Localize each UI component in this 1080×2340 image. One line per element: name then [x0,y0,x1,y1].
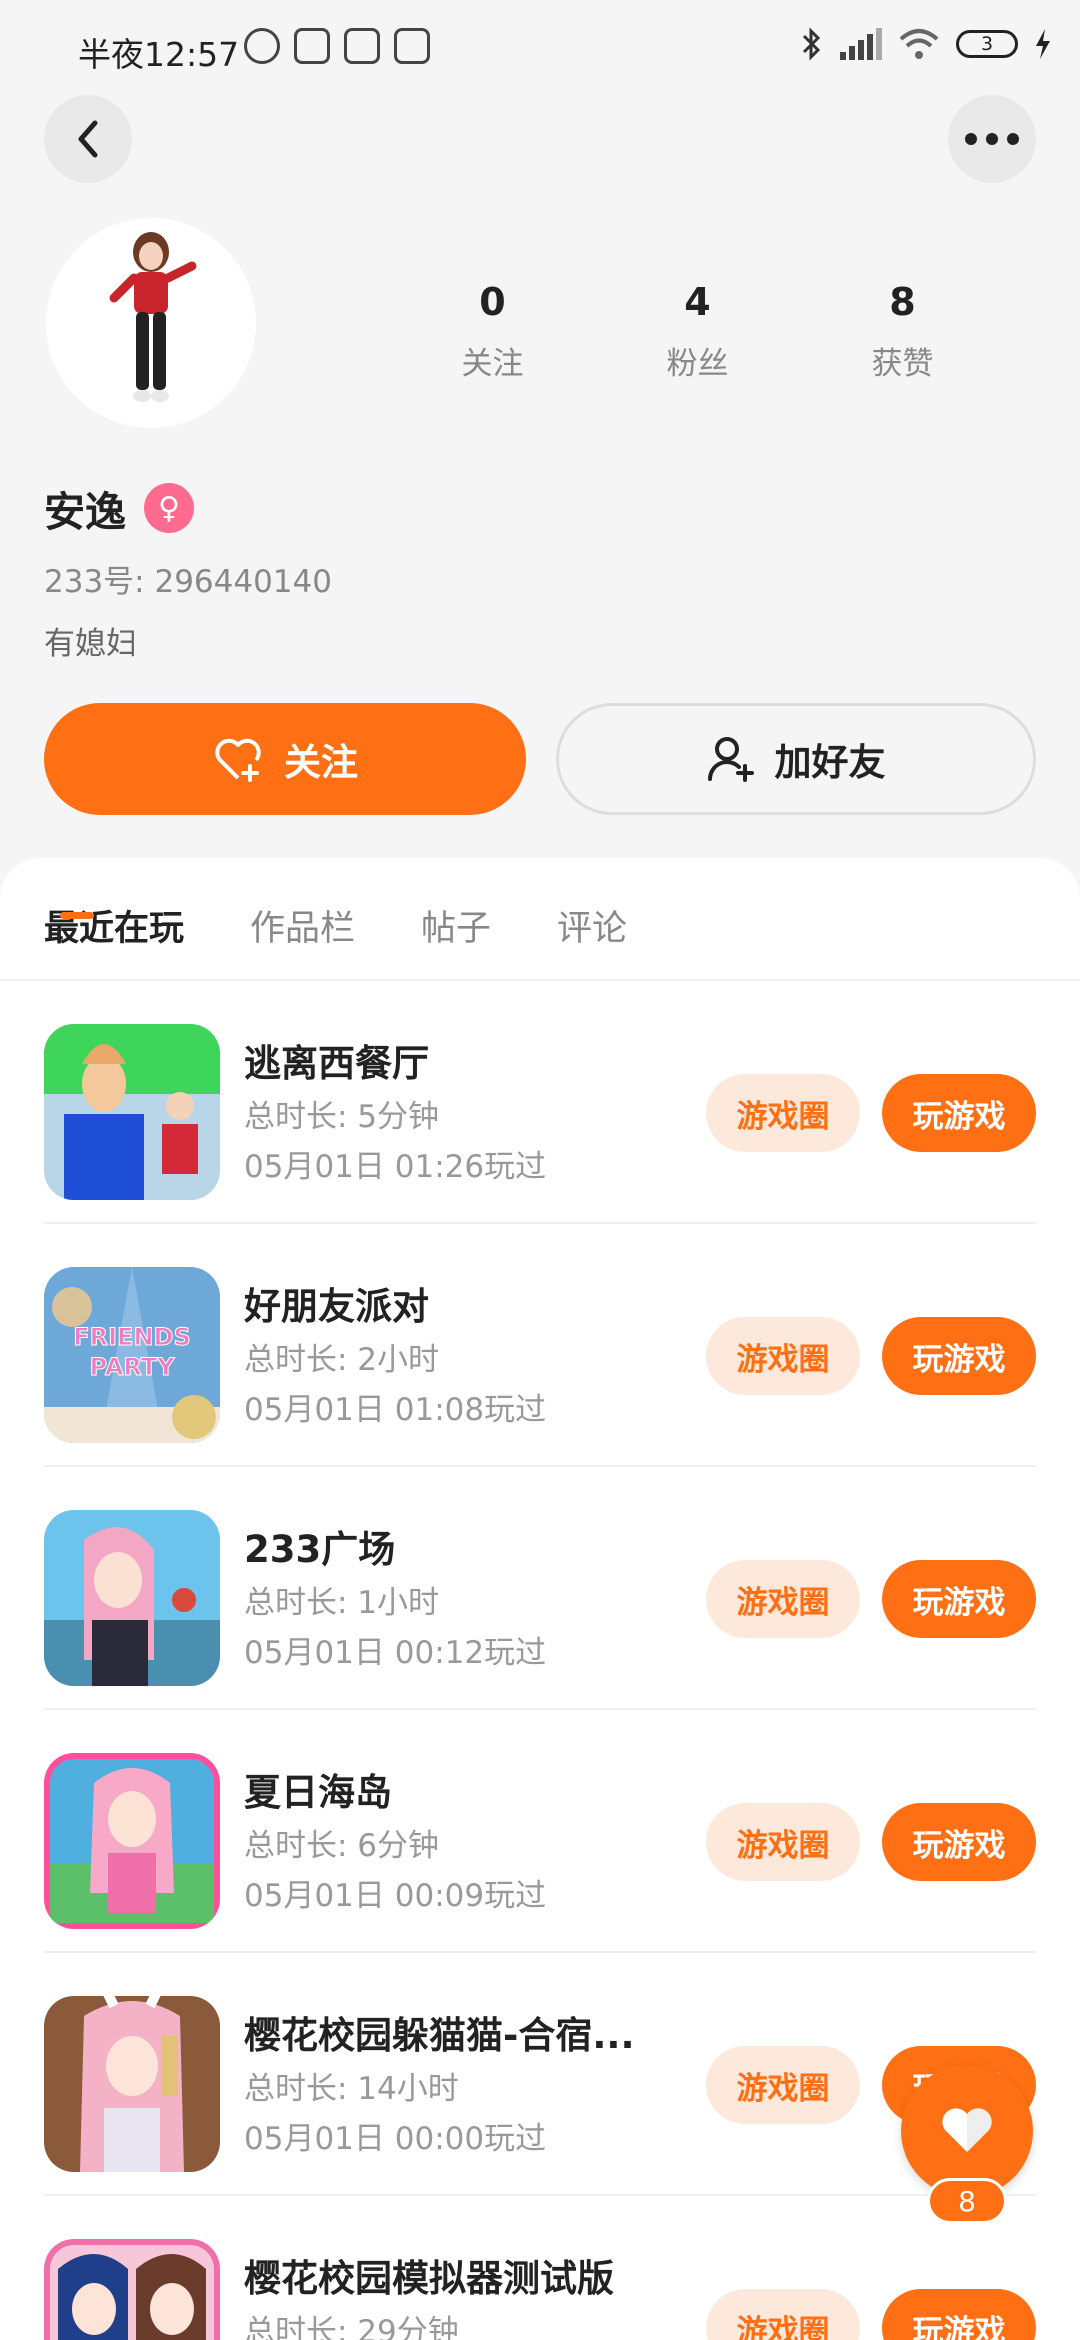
add-friend-label: 加好友 [774,741,886,784]
game-title: 好朋友派对 [244,1285,429,1328]
name-row: 安逸 ♀ [44,478,194,538]
female-gender-icon: ♀ [144,483,194,533]
thumb-text-party: PARTY [89,1353,175,1381]
avatar[interactable] [46,218,256,428]
stat-label: 粉丝 [666,346,729,382]
charging-icon [1036,29,1050,59]
list-item[interactable]: 233广场 总时长: 1小时 05月01日 00:12玩过 游戏圈 玩游戏 [44,1467,1036,1710]
app-notification-icon [394,28,430,64]
user-name: 安逸 [44,488,126,536]
game-duration: 总时长: 2小时 [244,1342,440,1378]
add-friend-button[interactable]: 加好友 [556,703,1036,815]
play-game-button[interactable]: 玩游戏 [882,1317,1036,1395]
game-title: 逃离西餐厅 [244,1042,429,1085]
signal-icon [840,28,882,60]
follow-label: 关注 [284,741,358,784]
notification-icons [244,28,430,64]
game-duration: 总时长: 6分钟 [244,1828,440,1864]
chevron-left-icon [78,120,98,158]
game-last-played: 05月01日 01:08玩过 [244,1392,547,1428]
list-item[interactable]: 樱花校园模拟器测试版 总时长: 29分钟 游戏圈 玩游戏 [44,2196,1036,2340]
list-item[interactable]: 逃离西餐厅 总时长: 5分钟 05月01日 01:26玩过 游戏圈 玩游戏 [44,981,1036,1224]
add-user-icon [707,737,754,782]
tab-works[interactable]: 作品栏 [250,900,355,951]
tab-bar: 最近在玩 作品栏 帖子 评论 [44,900,627,951]
stat-value: 4 [684,280,711,324]
game-circle-button[interactable]: 游戏圈 [706,1317,860,1395]
game-duration: 总时长: 5分钟 [244,1099,440,1135]
game-thumbnail[interactable] [44,2239,220,2340]
game-circle-button[interactable]: 游戏圈 [706,2046,860,2124]
game-circle-button[interactable]: 游戏圈 [706,1074,860,1152]
bluetooth-icon [802,27,821,61]
game-circle-button[interactable]: 游戏圈 [706,1560,860,1638]
game-thumbnail[interactable] [44,1996,220,2172]
stat-value: 0 [479,280,506,324]
game-thumbnail[interactable] [44,1024,220,1200]
tab-indicator [60,912,94,919]
more-button[interactable] [948,95,1036,183]
stat-label: 获赞 [871,346,934,382]
list-item[interactable]: 樱花校园躲猫猫-合宿... 总时长: 14小时 05月01日 00:00玩过 游… [44,1953,1036,2196]
game-thumbnail[interactable] [44,1510,220,1686]
game-last-played: 05月01日 00:00玩过 [244,2121,547,2157]
stat-label: 关注 [461,346,524,382]
game-title: 233广场 [244,1528,396,1571]
stat-likes[interactable]: 8 获赞 [800,280,1005,383]
user-bio: 有媳妇 [44,626,137,662]
game-circle-button[interactable]: 游戏圈 [706,1803,860,1881]
wifi-icon [899,29,939,59]
game-circle-button[interactable]: 游戏圈 [706,2289,860,2340]
status-bar: 半夜12:57 3 [0,0,1080,96]
play-game-button[interactable]: 玩游戏 [882,2289,1036,2340]
like-count-badge: 8 [927,2178,1007,2224]
avatar-character-image [109,232,197,402]
tab-posts[interactable]: 帖子 [421,900,491,951]
stat-following[interactable]: 0 关注 [390,280,595,383]
heart-plus-icon [215,738,261,782]
game-duration: 总时长: 14小时 [244,2071,459,2107]
game-title: 夏日海岛 [244,1771,392,1814]
alarm-icon [244,28,280,64]
list-item[interactable]: FRIENDS PARTY 好朋友派对 总时长: 2小时 05月01日 01:0… [44,1224,1036,1467]
play-game-button[interactable]: 玩游戏 [882,1803,1036,1881]
stat-value: 8 [889,280,916,324]
more-dots-icon [965,133,1019,145]
game-thumbnail[interactable]: FRIENDS PARTY [44,1267,220,1443]
play-game-button[interactable]: 玩游戏 [882,1074,1036,1152]
game-last-played: 05月01日 00:12玩过 [244,1635,547,1671]
game-title: 樱花校园模拟器测试版 [244,2257,614,2300]
game-title: 樱花校园躲猫猫-合宿... [244,2014,635,2057]
game-duration: 总时长: 1小时 [244,1585,440,1621]
list-item[interactable]: 夏日海岛 总时长: 6分钟 05月01日 00:09玩过 游戏圈 玩游戏 [44,1710,1036,1953]
back-button[interactable] [44,95,132,183]
follow-button[interactable]: 关注 [44,703,526,815]
thumb-text-friends: FRIENDS [73,1323,191,1351]
app-notification-icon [294,28,330,64]
play-game-button[interactable]: 玩游戏 [882,1560,1036,1638]
battery-icon: 3 [956,30,1018,58]
heart-icon [942,2108,992,2152]
tab-recently-played[interactable]: 最近在玩 [44,900,184,951]
status-time: 半夜12:57 [78,35,240,74]
game-thumbnail[interactable] [44,1753,220,1929]
game-last-played: 05月01日 00:09玩过 [244,1878,547,1914]
system-icons: 3 [800,26,1052,62]
tab-comments[interactable]: 评论 [557,900,627,951]
profile-stats: 0 关注 4 粉丝 8 获赞 [390,280,1005,383]
stat-followers[interactable]: 4 粉丝 [595,280,800,383]
game-duration: 总时长: 29分钟 [244,2314,459,2340]
user-id: 233号: 296440140 [44,564,332,600]
app-notification-icon [344,28,380,64]
game-last-played: 05月01日 01:26玩过 [244,1149,547,1185]
